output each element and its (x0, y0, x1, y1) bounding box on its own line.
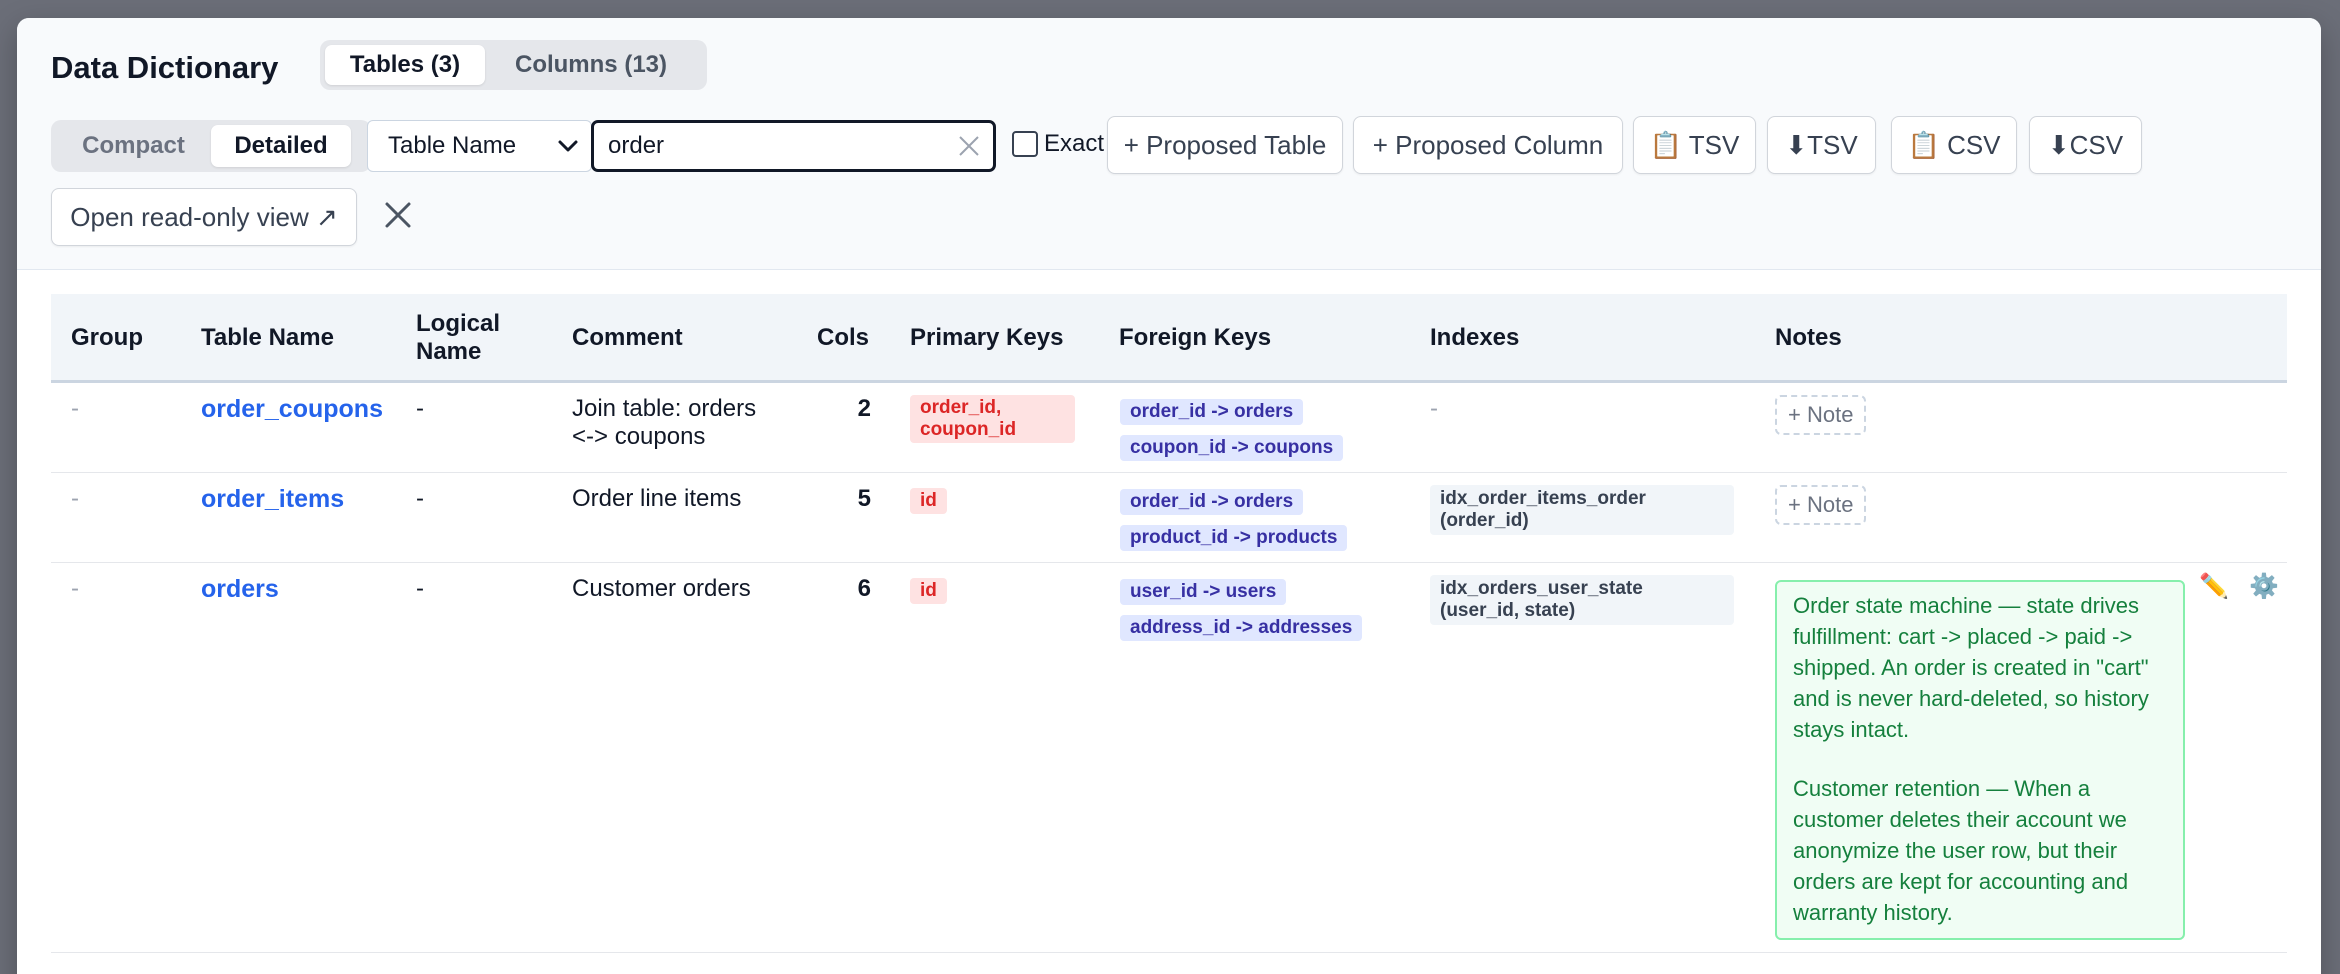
modal-title: Data Dictionary (51, 50, 279, 85)
search-box (591, 120, 996, 172)
copy-csv-button[interactable]: 📋 CSV (1891, 116, 2017, 174)
download-csv-button[interactable]: ⬇CSV (2029, 116, 2142, 174)
tab-bar: Tables (3) Columns (13) (320, 40, 707, 90)
tab-columns[interactable]: Columns (13) (485, 45, 697, 85)
table-row[interactable]: - orders - Customer orders 6 id user_id … (51, 563, 2287, 953)
edit-note-icon[interactable]: ✏️ (2199, 573, 2229, 601)
compact-mode-button[interactable]: Compact (56, 125, 211, 167)
group-cell: - (71, 575, 79, 602)
indexes-cell: - (1430, 395, 1438, 422)
table-row[interactable]: - order_items - Order line items 5 id or… (51, 473, 2287, 563)
foreign-key-badge: user_id -> users (1120, 579, 1287, 605)
header-table-name[interactable]: Table Name (201, 324, 334, 352)
foreign-key-badge: order_id -> orders (1120, 399, 1304, 425)
search-input[interactable] (594, 123, 934, 169)
open-readonly-view-button[interactable]: Open read-only view ↗ (51, 188, 357, 246)
header-logical-name[interactable]: Logical Name (416, 310, 536, 366)
header-primary-keys[interactable]: Primary Keys (910, 324, 1063, 352)
header-cols[interactable]: Cols (817, 324, 869, 352)
header-notes[interactable]: Notes (1775, 324, 1842, 352)
logical-name-cell: - (416, 485, 424, 512)
index-badge: idx_orders_user_state (user_id, state) (1430, 575, 1734, 625)
checkbox-box[interactable] (1012, 131, 1038, 157)
cols-count: 2 (857, 395, 871, 422)
group-cell: - (71, 485, 79, 512)
comment-cell: Customer orders (572, 575, 751, 602)
add-note-button[interactable]: + Note (1775, 395, 1867, 435)
foreign-key-badge: order_id -> orders (1120, 489, 1304, 515)
add-note-button[interactable]: + Note (1775, 485, 1867, 525)
logical-name-cell: - (416, 575, 424, 602)
note-card[interactable]: Order state machine — state drives fulfi… (1775, 580, 2185, 940)
header-group[interactable]: Group (71, 324, 143, 352)
foreign-key-badge: product_id -> products (1120, 525, 1348, 551)
header-comment[interactable]: Comment (572, 324, 683, 352)
logical-name-cell: - (416, 395, 424, 422)
table-header: Group Table Name Logical Name Comment Co… (51, 294, 2287, 383)
proposed-column-button[interactable]: + Proposed Column (1353, 116, 1623, 174)
copy-tsv-button[interactable]: 📋 TSV (1633, 116, 1756, 174)
comment-cell: Join table: orders <-> coupons (572, 395, 757, 450)
close-icon[interactable] (383, 200, 413, 230)
group-cell: - (71, 395, 79, 422)
cols-count: 5 (857, 485, 871, 512)
note-text: Order state machine — state drives fulfi… (1793, 593, 2149, 742)
index-badge: idx_order_items_order (order_id) (1430, 485, 1734, 535)
foreign-key-badge: address_id -> addresses (1120, 615, 1363, 641)
tab-tables[interactable]: Tables (3) (325, 45, 485, 85)
view-mode-toggle: Compact Detailed (51, 120, 371, 172)
primary-key-badge: order_id, coupon_id (910, 395, 1075, 443)
download-tsv-button[interactable]: ⬇TSV (1767, 116, 1876, 174)
detailed-mode-button[interactable]: Detailed (211, 125, 351, 167)
table-name-link[interactable]: order_coupons (201, 395, 383, 423)
filter-field-value: Table Name (388, 132, 517, 159)
note-text: Customer retention — When a customer del… (1793, 776, 2129, 925)
header-indexes[interactable]: Indexes (1430, 324, 1519, 352)
header-foreign-keys[interactable]: Foreign Keys (1119, 324, 1271, 352)
comment-cell: Order line items (572, 485, 742, 512)
chevron-down-icon (558, 140, 578, 152)
proposed-table-button[interactable]: + Proposed Table (1107, 116, 1343, 174)
tables-grid: Group Table Name Logical Name Comment Co… (51, 294, 2287, 953)
toolbar-area: Data Dictionary Tables (3) Columns (13) … (17, 18, 2321, 270)
filter-field-select[interactable]: Table Name (367, 120, 592, 172)
table-row[interactable]: - order_coupons - Join table: orders <->… (51, 383, 2287, 473)
exact-label: Exact (1044, 130, 1105, 157)
foreign-key-badge: coupon_id -> coupons (1120, 435, 1344, 461)
clear-search-icon[interactable] (957, 134, 981, 158)
table-name-link[interactable]: order_items (201, 485, 344, 513)
table-name-link[interactable]: orders (201, 575, 279, 603)
primary-key-badge: id (910, 488, 947, 514)
exact-match-checkbox[interactable]: Exact (1012, 130, 1104, 158)
cols-count: 6 (857, 575, 871, 602)
primary-key-badge: id (910, 578, 947, 604)
data-dictionary-modal: Data Dictionary Tables (3) Columns (13) … (17, 18, 2321, 974)
settings-icon[interactable]: ⚙️ (2249, 573, 2279, 601)
